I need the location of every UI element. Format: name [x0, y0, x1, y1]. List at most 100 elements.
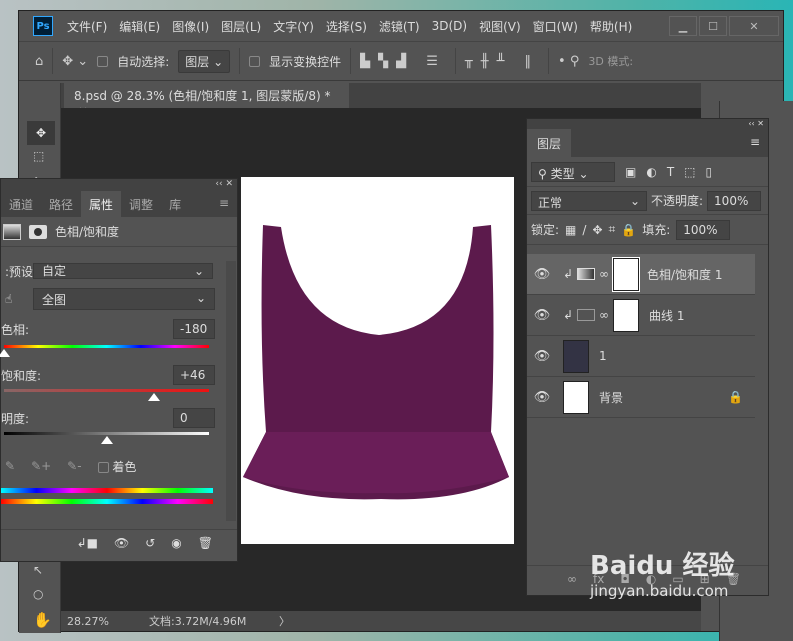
- tab-adjustments[interactable]: 调整: [121, 191, 161, 217]
- status-bar: 28.27% 文档:3.72M/4.96M 〉: [61, 611, 701, 631]
- layer-row[interactable]: 👁 ↲ ∞ 色相/饱和度 1: [527, 254, 755, 295]
- layer-mask-thumbnail[interactable]: [612, 256, 640, 292]
- link-icon[interactable]: ∞: [599, 267, 609, 281]
- maximize-button[interactable]: ☐: [699, 16, 727, 36]
- lock-all-icon[interactable]: 🔒: [621, 223, 636, 237]
- filter-type-icon[interactable]: T: [667, 165, 674, 179]
- hue-input[interactable]: -180: [173, 319, 215, 339]
- menu-window[interactable]: 窗口(W): [533, 18, 578, 35]
- menu-filter[interactable]: 滤镜(T): [379, 18, 420, 35]
- move-tool-icon[interactable]: ✥ ⌄: [62, 54, 88, 69]
- visibility-eye-icon[interactable]: 👁: [527, 267, 557, 282]
- hand-tool-icon[interactable]: ✋: [33, 611, 52, 629]
- minimize-button[interactable]: ▁: [669, 16, 697, 36]
- eyedropper-add-icon[interactable]: ✎+: [31, 459, 51, 473]
- move-tool-icon[interactable]: ✥: [27, 121, 55, 145]
- layer-name[interactable]: 背景: [599, 389, 623, 406]
- document-canvas[interactable]: [241, 177, 514, 544]
- tab-paths[interactable]: 路径: [41, 191, 81, 217]
- clip-to-layer-icon[interactable]: ↲■: [77, 536, 98, 550]
- document-tab[interactable]: 8.psd @ 28.3% (色相/饱和度 1, 图层蒙版/8) * ×: [64, 83, 349, 118]
- view-previous-icon[interactable]: 👁: [114, 536, 129, 550]
- layer-thumbnail[interactable]: [563, 380, 589, 414]
- visibility-icon[interactable]: ◉: [171, 536, 181, 550]
- hue-slider-thumb[interactable]: [0, 349, 10, 357]
- lightness-slider-thumb[interactable]: [100, 436, 113, 444]
- properties-scrollbar[interactable]: [226, 261, 236, 521]
- layer-filter-dropdown[interactable]: ⚲ 类型 ⌄: [531, 161, 615, 182]
- menu-file[interactable]: 文件(F): [67, 18, 107, 35]
- blend-mode-dropdown[interactable]: 正常 ⌄: [531, 190, 647, 211]
- lock-paint-icon[interactable]: /: [582, 223, 586, 237]
- menu-edit[interactable]: 编辑(E): [119, 18, 160, 35]
- panel-collapse-close[interactable]: ‹‹ ✕: [1, 179, 237, 191]
- hue-slider-track[interactable]: [4, 345, 209, 348]
- saturation-slider-thumb[interactable]: [147, 393, 160, 401]
- distribute-icons[interactable]: ╥╫╨ ‖: [465, 54, 539, 69]
- visibility-eye-icon[interactable]: 👁: [527, 308, 557, 323]
- lock-position-icon[interactable]: ✥: [592, 223, 602, 237]
- menu-type[interactable]: 文字(Y): [273, 18, 314, 35]
- layer-name[interactable]: 色相/饱和度 1: [647, 266, 723, 283]
- lock-transparent-icon[interactable]: ▦: [565, 223, 576, 237]
- link-layers-icon[interactable]: ∞: [567, 572, 577, 586]
- preset-dropdown[interactable]: 自定 ⌄: [33, 263, 213, 279]
- menu-layer[interactable]: 图层(L): [221, 18, 261, 35]
- layers-menu-icon[interactable]: ≡: [742, 129, 768, 157]
- menu-image[interactable]: 图像(I): [172, 18, 209, 35]
- status-menu-arrow[interactable]: 〉: [279, 613, 290, 629]
- link-icon[interactable]: ∞: [599, 308, 609, 322]
- tab-channels[interactable]: 通道: [1, 191, 41, 217]
- close-button[interactable]: ✕: [729, 16, 779, 36]
- fill-input[interactable]: 100%: [676, 219, 731, 240]
- reset-icon[interactable]: ↺: [145, 536, 155, 550]
- path-select-tool-icon[interactable]: ↖: [33, 563, 43, 577]
- filter-shape-icon[interactable]: ⬚: [684, 165, 695, 179]
- eyedropper-subtract-icon[interactable]: ✎-: [67, 459, 81, 473]
- auto-select-dropdown[interactable]: 图层 ⌄: [178, 49, 231, 73]
- visibility-eye-icon[interactable]: 👁: [527, 390, 557, 405]
- layer-thumbnail[interactable]: [563, 339, 589, 373]
- panel-collapse-close[interactable]: ‹‹ ✕: [527, 119, 768, 129]
- menu-view[interactable]: 视图(V): [479, 18, 521, 35]
- filter-smart-icon[interactable]: ▯: [706, 165, 713, 179]
- auto-select-value: 图层: [185, 54, 210, 69]
- opacity-input[interactable]: 100%: [707, 190, 762, 211]
- home-icon[interactable]: ⌂: [35, 54, 43, 69]
- layer-row[interactable]: 👁 背景 🔒: [527, 377, 755, 418]
- layer-row[interactable]: 👁 ↲ ∞ 曲线 1: [527, 295, 755, 336]
- menu-3d[interactable]: 3D(D): [432, 19, 467, 33]
- hue-sat-adjustment-icon[interactable]: [3, 223, 21, 240]
- lock-artboard-icon[interactable]: ⌗: [609, 222, 616, 237]
- zoom-level[interactable]: 28.27%: [61, 615, 119, 628]
- eyedropper-icon[interactable]: ✎: [5, 459, 15, 473]
- channel-dropdown[interactable]: 全图 ⌄: [33, 288, 215, 310]
- mask-icon[interactable]: [29, 224, 47, 239]
- layer-name[interactable]: 1: [599, 349, 607, 363]
- search-icon[interactable]: • ⚲: [558, 54, 579, 69]
- align-icons[interactable]: ▙▚▟ ☰: [360, 54, 446, 69]
- layer-name[interactable]: 曲线 1: [649, 307, 684, 324]
- ellipse-tool-icon[interactable]: ○: [33, 587, 43, 601]
- show-transform-checkbox[interactable]: [249, 55, 261, 67]
- panel-menu-icon[interactable]: ≡: [211, 191, 237, 217]
- marquee-tool-icon[interactable]: ⬚: [33, 149, 44, 163]
- tab-layers[interactable]: 图层: [527, 129, 572, 157]
- visibility-eye-icon[interactable]: 👁: [527, 349, 557, 364]
- lightness-input[interactable]: 0: [173, 408, 215, 428]
- delete-icon[interactable]: 🗑: [198, 536, 213, 550]
- colorize-checkbox[interactable]: [97, 461, 109, 473]
- filter-adjust-icon[interactable]: ◐: [646, 165, 656, 179]
- targeted-adjust-icon[interactable]: ☝: [1, 292, 33, 306]
- layer-mask-thumbnail[interactable]: [613, 298, 639, 332]
- saturation-slider-track[interactable]: [4, 389, 209, 392]
- tab-libraries[interactable]: 库: [161, 191, 189, 217]
- saturation-input[interactable]: +46: [173, 365, 215, 385]
- menu-select[interactable]: 选择(S): [326, 18, 367, 35]
- lightness-slider-track[interactable]: [4, 432, 209, 435]
- menu-help[interactable]: 帮助(H): [590, 18, 632, 35]
- layer-row[interactable]: 👁 1: [527, 336, 755, 377]
- auto-select-checkbox[interactable]: [97, 55, 109, 67]
- filter-pixel-icon[interactable]: ▣: [625, 165, 636, 179]
- tab-properties[interactable]: 属性: [81, 191, 122, 217]
